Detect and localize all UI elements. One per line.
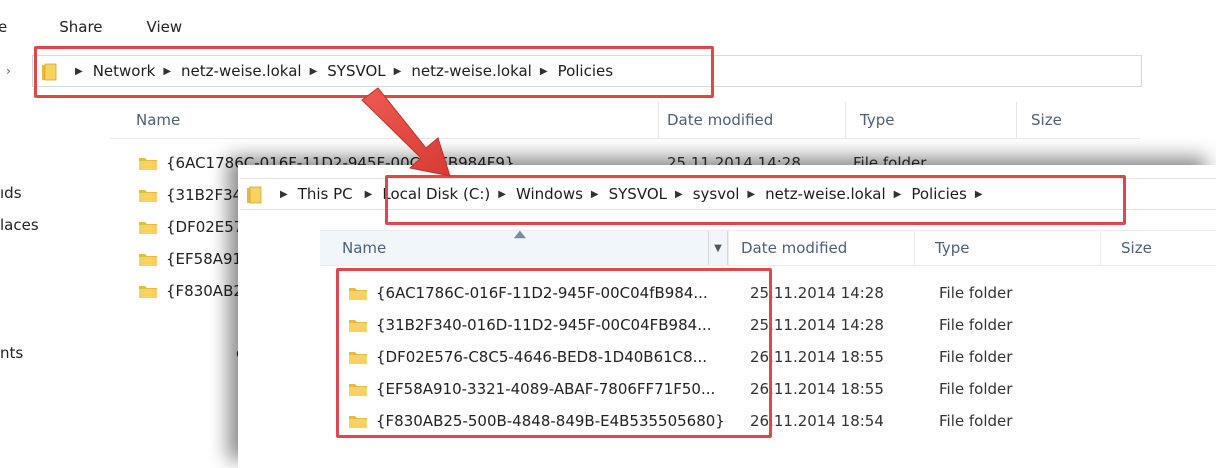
chevron-right-icon[interactable]: ▶ [747,189,755,200]
folder-date: 25.11.2014 14:28 [750,316,884,334]
folder-icon [138,251,158,267]
folder-type: File folder [939,316,1013,334]
breadcrumb-domain[interactable]: netz-weise.lokal [181,62,302,80]
column-size[interactable]: Size [1100,231,1216,265]
folder-date: 26.11.2014 18:54 [750,412,884,430]
folder-name: {6AC1786C-016F-11D2-945F-00C04fB984... [376,284,708,302]
folder-type: File folder [939,348,1013,366]
list-item[interactable]: {DF02E576-C8C5-4646-BED8-1D40B61C8... [348,345,707,369]
folder-name: {F830AB2 [166,282,243,300]
list-item[interactable]: {F830AB2 [138,280,243,302]
breadcrumb-local-disk[interactable]: Local Disk (C:) [382,185,490,203]
list-item[interactable]: {F830AB25-500B-4848-849B-E4B535505680} [348,409,725,433]
column-date-modified[interactable]: Date modified [659,111,845,129]
folder-icon [348,349,368,365]
chevron-down-icon[interactable]: ▼ [708,231,727,265]
column-size[interactable]: Size [1017,111,1127,129]
column-type[interactable]: Type [846,111,1016,129]
chevron-right-icon[interactable]: ▶ [975,189,983,200]
chevron-right-icon[interactable]: ▶ [498,189,506,200]
folder-date: 25.11.2014 14:28 [750,284,884,302]
folder-icon [348,317,368,333]
folder-icon [138,187,158,203]
chevron-right-icon[interactable]: ▶ [365,189,373,200]
chevron-right-icon[interactable]: ▶ [394,66,402,77]
breadcrumb-windows[interactable]: Windows [516,185,583,203]
folder-name: {EF58A910-3321-4089-ABAF-7806FF71F50... [376,380,716,398]
ribbon-tabs: e Share View [0,14,226,40]
folder-name: {F830AB25-500B-4848-849B-E4B535505680} [376,412,725,430]
sidebar-item-recent-places[interactable]: laces [0,216,39,234]
back-chevron-icon[interactable]: › [6,64,11,78]
folder-name: {DF02E57 [166,218,244,236]
breadcrumb-sysvol[interactable]: SYSVOL [327,62,385,80]
list-item[interactable]: {DF02E57 [138,216,243,238]
folder-icon [348,381,368,397]
chevron-right-icon[interactable]: ▶ [75,66,83,77]
list-item[interactable]: {6AC1786C-016F-11D2-945F-00C04fB984... [348,281,708,305]
folder-icon [41,63,61,81]
front-address-bar[interactable]: ▶ This PC ▶ Local Disk (C:) ▶ Windows ▶ … [240,178,1216,210]
chevron-right-icon[interactable]: ▶ [280,189,288,200]
folder-icon [246,186,266,204]
folder-icon [348,285,368,301]
folder-name: {31B2F34 [166,186,243,204]
folder-name: {EF58A91 [166,250,243,268]
breadcrumb-policies[interactable]: Policies [558,62,613,80]
list-item[interactable]: {31B2F34 [138,184,242,206]
folder-type: File folder [939,380,1013,398]
breadcrumb-network[interactable]: Network [93,62,156,80]
column-name[interactable]: ▲ Name ▼ [320,229,728,265]
folder-name: {DF02E576-C8C5-4646-BED8-1D40B61C8... [376,348,707,366]
screenshot-scene: e Share View › ▶ Network ▶ netz-weise.lo… [0,0,1216,468]
column-date-modified[interactable]: Date modified [728,231,914,265]
ribbon-tab-view[interactable]: View [147,18,183,36]
ribbon-tab-share[interactable]: Share [59,18,102,36]
back-address-bar[interactable]: ▶ Network ▶ netz-weise.lokal ▶ SYSVOL ▶ … [32,55,1142,87]
chevron-right-icon[interactable]: ▶ [310,66,318,77]
column-name[interactable]: Name [110,111,658,129]
front-explorer-window: ▶ This PC ▶ Local Disk (C:) ▶ Windows ▶ … [238,165,1216,468]
folder-type: File folder [939,284,1013,302]
front-column-header: ▲ Name ▼ Date modified Type Size [320,229,1216,266]
list-item[interactable]: {EF58A910-3321-4089-ABAF-7806FF71F50... [348,377,715,401]
column-type[interactable]: Type [914,231,1100,265]
folder-date: 26.11.2014 18:55 [750,348,884,366]
folder-name: {31B2F340-016D-11D2-945F-00C04FB984... [376,316,712,334]
breadcrumb-domain-2[interactable]: netz-weise.lokal [411,62,532,80]
breadcrumb-policies[interactable]: Policies [911,185,966,203]
chevron-right-icon[interactable]: ▶ [894,189,902,200]
folder-type: File folder [939,412,1013,430]
chevron-right-icon[interactable]: ▶ [540,66,548,77]
back-column-header: Name Date modified Type Size [110,102,1140,139]
list-item[interactable]: {EF58A91 [138,248,242,270]
folder-icon [348,413,368,429]
sidebar-item-documents[interactable]: nts [0,344,23,362]
sort-ascending-icon: ▲ [513,229,527,240]
list-item[interactable]: {31B2F340-016D-11D2-945F-00C04FB984... [348,313,712,337]
folder-icon [138,155,158,171]
folder-date: 26.11.2014 18:55 [750,380,884,398]
breadcrumb-domain[interactable]: netz-weise.lokal [765,185,886,203]
chevron-right-icon[interactable]: ▶ [163,66,171,77]
chevron-right-icon[interactable]: ▶ [591,189,599,200]
breadcrumb-sysvol-upper[interactable]: SYSVOL [609,185,667,203]
sidebar-item-downloads[interactable]: ıds [0,184,22,202]
chevron-right-icon[interactable]: ▶ [675,189,683,200]
breadcrumb-sysvol-lower[interactable]: sysvol [693,185,740,203]
ribbon-tab-partial[interactable]: e [0,18,7,36]
folder-icon [138,283,158,299]
breadcrumb-this-pc[interactable]: This PC [298,185,353,203]
folder-icon [138,219,158,235]
